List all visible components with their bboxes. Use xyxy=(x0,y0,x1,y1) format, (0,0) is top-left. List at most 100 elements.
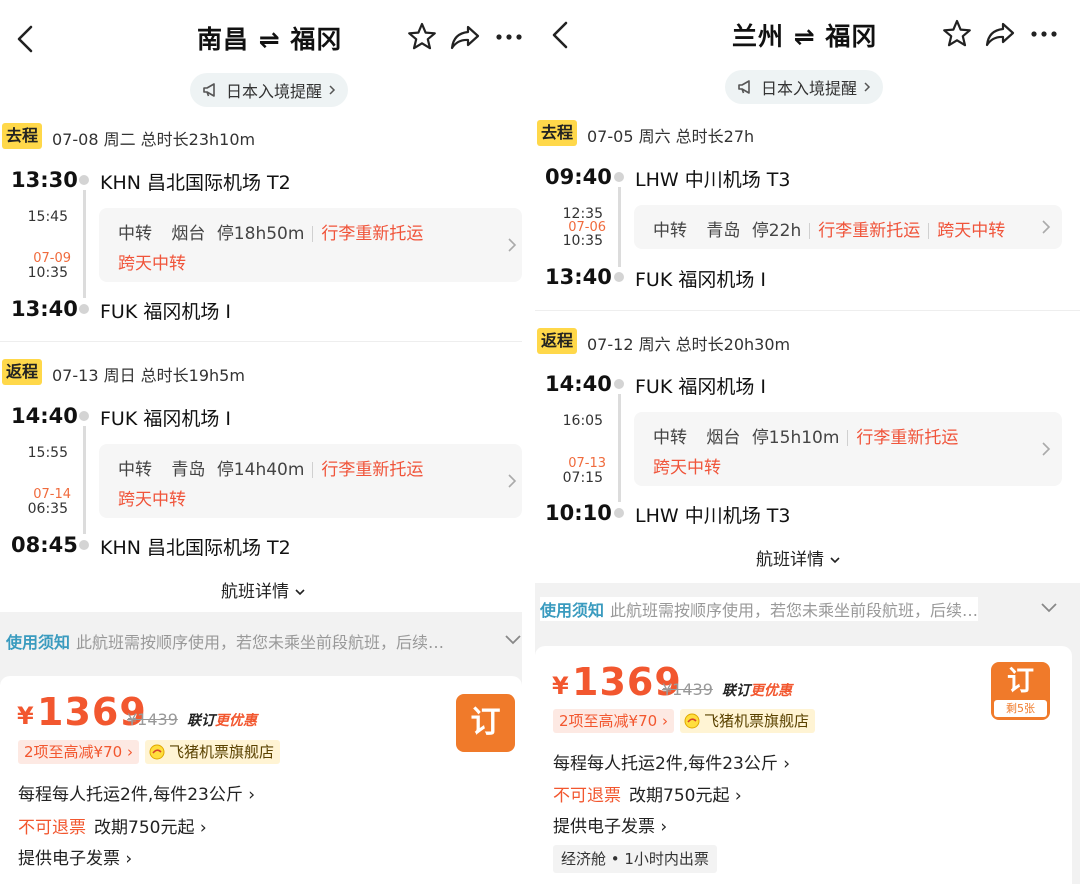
shop-label: 飞猪机票旗舰店 xyxy=(169,743,275,761)
return-transfer-dep-date: 07-13 xyxy=(568,456,606,471)
promo-a: 联订 xyxy=(187,713,215,729)
transfer-label: 中转 xyxy=(118,460,152,480)
megaphone-icon xyxy=(738,80,750,94)
return-transfer-card[interactable]: 中转 烟台 停15h10m 行李重新托运 跨天中转 xyxy=(634,412,1062,486)
share-icon[interactable] xyxy=(983,17,1017,51)
baggage-recheck: 行李重新托运 xyxy=(321,224,424,244)
chevron-down-icon[interactable] xyxy=(504,634,522,646)
transfer-city: 青岛 xyxy=(706,221,741,241)
left-panel: 南昌 ⇌ 福冈 日本入境提醒 去程 07-08 周二 总时长23h10m 13:… xyxy=(0,0,522,884)
usage-notice[interactable]: 使用须知 此航班需按顺序使用，若您未乘坐前段航班，后续… xyxy=(6,629,444,653)
separator xyxy=(312,226,314,242)
return-arr-airport: KHN 昌北国际机场 T2 xyxy=(100,537,291,559)
discount-label: 2项至高减¥70 xyxy=(559,712,658,730)
invoice-row[interactable]: 提供电子发票 › xyxy=(18,844,132,869)
usage-notice[interactable]: 使用须知 此航班需按顺序使用，若您未乘坐前段航班，后续… xyxy=(540,597,979,621)
return-transfer-card[interactable]: 中转 青岛 停14h40m 行李重新托运 跨天中转 xyxy=(99,444,522,518)
refund-row[interactable]: 不可退票 改期750元起 › xyxy=(553,781,742,806)
divider xyxy=(535,310,1080,311)
star-icon[interactable] xyxy=(405,20,439,54)
chevron-down-icon[interactable] xyxy=(1040,602,1058,614)
star-icon[interactable] xyxy=(940,17,974,51)
outbound-transfer-dep: 10:35 xyxy=(562,233,603,249)
book-button[interactable]: 订 xyxy=(456,694,515,752)
book-button[interactable]: 订 剩5张 xyxy=(991,662,1050,720)
usage-notice-text: 此航班需按顺序使用，若您未乘坐前段航班，后续… xyxy=(76,633,445,652)
separator xyxy=(928,223,930,239)
baggage-label: 每程每人托运2件,每件23公斤 xyxy=(18,785,243,805)
return-dep-time: 14:40 xyxy=(545,372,612,396)
transfer-stay: 停18h50m xyxy=(216,224,305,244)
chevron-down-icon xyxy=(295,589,305,596)
timeline-line xyxy=(618,394,621,502)
combo-promo: 联订更优惠 xyxy=(187,710,257,730)
transfer-city: 青岛 xyxy=(171,460,206,480)
timeline-dot xyxy=(614,508,624,518)
flight-detail-label: 航班详情 xyxy=(221,582,289,602)
entry-notice-pill[interactable]: 日本入境提醒 xyxy=(190,73,349,107)
outbound-transfer-arr: 15:45 xyxy=(27,209,68,225)
timeline-line xyxy=(83,190,86,298)
refund-label: 不可退票 xyxy=(18,818,86,838)
baggage-recheck: 行李重新托运 xyxy=(321,460,424,480)
timeline-dot xyxy=(79,540,89,550)
baggage-row[interactable]: 每程每人托运2件,每件23公斤 › xyxy=(553,749,790,774)
return-dep-airport: FUK 福冈机场 I xyxy=(635,376,766,398)
return-tag: 返程 xyxy=(2,359,42,385)
return-tag: 返程 xyxy=(537,328,577,354)
chevron-right-icon xyxy=(508,238,517,252)
outbound-dep-time: 09:40 xyxy=(545,165,612,189)
outbound-tag: 去程 xyxy=(2,123,42,149)
shop-chip[interactable]: 飞猪机票旗舰店 xyxy=(680,709,816,733)
transfer-row: 中转 青岛 停14h40m 行李重新托运 xyxy=(118,455,423,480)
transfer-row: 中转 青岛 停22h 行李重新托运 跨天中转 xyxy=(653,216,1005,241)
timeline-dot xyxy=(79,304,89,314)
discount-chip[interactable]: 2项至高减¥70 › xyxy=(553,709,674,733)
price-card: ¥ 1369 ¥1439 联订更优惠 2项至高减¥70 › 飞猪机票旗舰店 每程… xyxy=(0,676,522,884)
flight-detail-link[interactable]: 航班详情 xyxy=(756,545,841,570)
remaining-badge: 剩5张 xyxy=(994,700,1047,717)
back-icon[interactable] xyxy=(547,20,573,50)
outbound-dep-airport: LHW 中川机场 T3 xyxy=(635,169,791,191)
transfer-label: 中转 xyxy=(653,428,687,448)
change-label: 改期750元起 xyxy=(629,786,730,806)
outbound-arr-airport: FUK 福冈机场 I xyxy=(635,269,766,291)
flight-detail-link[interactable]: 航班详情 xyxy=(221,577,306,602)
baggage-label: 每程每人托运2件,每件23公斤 xyxy=(553,754,778,774)
transfer-label: 中转 xyxy=(653,221,687,241)
price-card: ¥ 1369 ¥1439 联订更优惠 2项至高减¥70 › 飞猪机票旗舰店 每程… xyxy=(535,646,1072,884)
more-icon[interactable] xyxy=(492,20,522,54)
back-icon[interactable] xyxy=(12,24,38,54)
outbound-dep-airport: KHN 昌北国际机场 T2 xyxy=(100,172,291,194)
baggage-row[interactable]: 每程每人托运2件,每件23公斤 › xyxy=(18,780,255,805)
outbound-transfer-card[interactable]: 中转 烟台 停18h50m 行李重新托运 跨天中转 xyxy=(99,208,522,282)
invoice-label: 提供电子发票 xyxy=(553,817,655,837)
discount-label: 2项至高减¥70 xyxy=(24,743,123,761)
refund-row[interactable]: 不可退票 改期750元起 › xyxy=(18,813,207,838)
refund-label: 不可退票 xyxy=(553,786,621,806)
outbound-transfer-card[interactable]: 中转 青岛 停22h 行李重新托运 跨天中转 xyxy=(634,205,1062,249)
chevron-right-icon xyxy=(329,85,336,95)
return-info: 07-12 周六 总时长20h30m xyxy=(587,335,791,354)
outbound-info: 07-05 周六 总时长27h xyxy=(587,127,755,146)
flight-detail-label: 航班详情 xyxy=(756,550,824,570)
invoice-row[interactable]: 提供电子发票 › xyxy=(553,812,667,837)
transfer-label: 中转 xyxy=(118,224,152,244)
chevron-right-icon xyxy=(1042,220,1051,234)
combo-promo: 联订更优惠 xyxy=(722,680,792,700)
panel-divider xyxy=(522,0,535,884)
promo-b: 更优惠 xyxy=(750,683,792,699)
more-icon[interactable] xyxy=(1027,17,1061,51)
entry-notice-pill[interactable]: 日本入境提醒 xyxy=(725,70,884,104)
return-info: 07-13 周日 总时长19h5m xyxy=(52,366,245,385)
shop-chip[interactable]: 飞猪机票旗舰店 xyxy=(145,740,281,764)
return-transfer-dep: 06:35 xyxy=(27,501,68,517)
return-arr-time: 08:45 xyxy=(11,533,78,557)
share-icon[interactable] xyxy=(448,20,482,54)
timeline-dot xyxy=(79,411,89,421)
usage-notice-key: 使用须知 xyxy=(6,633,71,652)
outbound-dep-time: 13:30 xyxy=(11,168,78,192)
discount-chip[interactable]: 2项至高减¥70 › xyxy=(18,740,139,764)
usage-notice-key: 使用须知 xyxy=(540,601,605,620)
return-dep-airport: FUK 福冈机场 I xyxy=(100,408,231,430)
